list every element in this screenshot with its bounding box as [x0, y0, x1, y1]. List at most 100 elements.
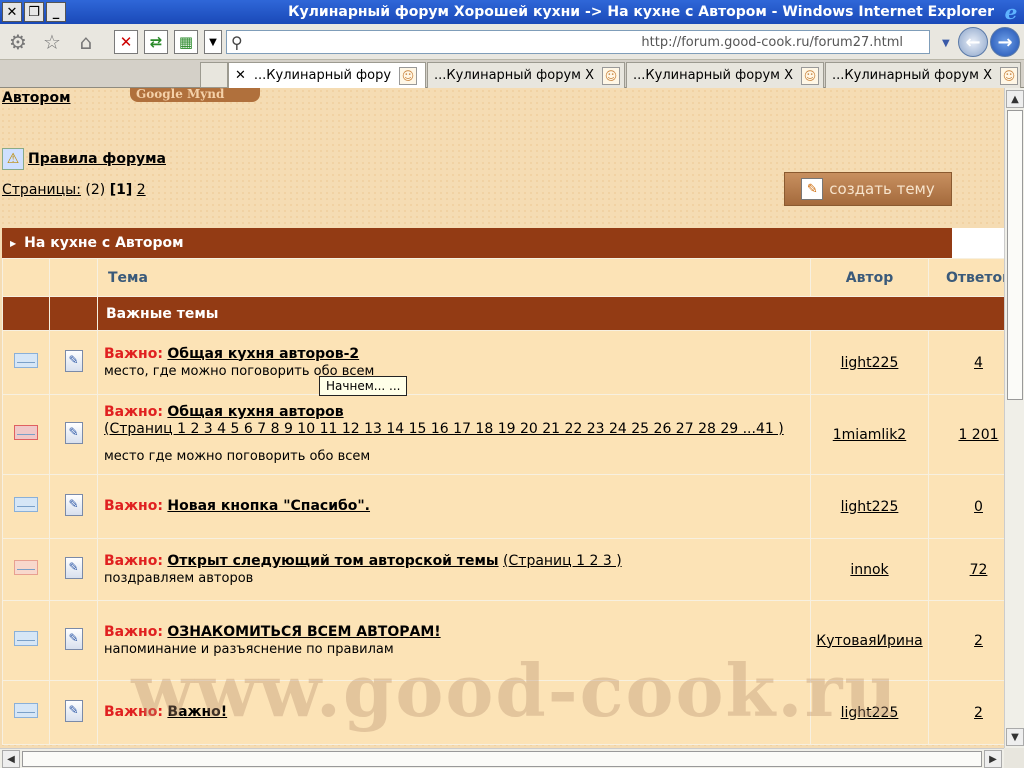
scroll-left-icon[interactable]: ◀: [2, 750, 20, 768]
topic-title-link[interactable]: ОЗНАКОМИТЬСЯ ВСЕМ АВТОРАМ!: [167, 624, 440, 640]
topic-title-link[interactable]: Открыт следующий том авторской темы: [167, 553, 498, 569]
vertical-scroll-thumb[interactable]: [1007, 110, 1023, 400]
minimize-window-button[interactable]: _: [46, 2, 66, 22]
topic-replies-link[interactable]: 0: [974, 499, 983, 515]
hot-envelope-icon: [14, 425, 38, 440]
topic-author-link[interactable]: light225: [841, 499, 899, 515]
topic-author-link[interactable]: КутоваяИрина: [816, 633, 922, 649]
document-icon: [64, 421, 83, 444]
tab-label: ...Кулинарный форум Х: [434, 68, 594, 83]
important-label: Важно:: [104, 704, 163, 720]
page-content: Автором Google Mynd ⚠ Правила форума Стр…: [0, 88, 1004, 748]
triangle-icon: ▶: [10, 238, 17, 248]
home-icon[interactable]: ⌂: [74, 30, 98, 54]
forum-name: На кухне с Автором: [24, 235, 184, 251]
navigation-toolbar: ⚙ ☆ ⌂ ✕ ⇄ ▦ ▼ ⚲ http://forum.good-cook.r…: [0, 24, 1024, 60]
favicon-icon: ☺: [801, 66, 819, 85]
column-header-replies: Ответов: [928, 258, 1004, 297]
favicon-icon: ☺: [399, 66, 418, 85]
star-icon[interactable]: ☆: [40, 30, 64, 54]
tab-label: ...Кулинарный форум Х: [633, 68, 793, 83]
gear-icon[interactable]: ⚙: [6, 30, 30, 54]
feed-icon[interactable]: ▦: [174, 30, 198, 54]
scroll-up-icon[interactable]: ▲: [1006, 90, 1024, 108]
topic-replies-link[interactable]: 4: [974, 355, 983, 371]
topic-description: напоминание и разъяснение по правилам: [104, 641, 394, 657]
topic-title-link[interactable]: Общая кухня авторов: [167, 404, 343, 420]
topic-author-link[interactable]: light225: [841, 355, 899, 371]
create-topic-label: создать тему: [829, 180, 935, 198]
stop-icon[interactable]: ✕: [114, 30, 138, 54]
tab-2[interactable]: ...Кулинарный форум Х ☺: [427, 62, 625, 88]
tab-4[interactable]: ...Кулинарный форум Х ☺: [825, 62, 1021, 88]
dropdown-icon[interactable]: ▼: [204, 30, 222, 54]
topic-pages-links[interactable]: (Страниц 1 2 3 ): [503, 553, 622, 569]
page-link-2[interactable]: 2: [137, 182, 146, 198]
back-button[interactable]: ←: [958, 27, 988, 57]
tab-1[interactable]: ✕ ...Кулинарный фору ☺: [228, 62, 426, 88]
tab-label: ...Кулинарный фору: [253, 68, 392, 83]
header-cell: [2, 258, 50, 297]
window-title: Кулинарный форум Хорошей кухни -> На кух…: [288, 4, 994, 20]
scroll-down-icon[interactable]: ▼: [1006, 728, 1024, 746]
section-cell: [2, 296, 50, 331]
table-row: Важно: Важно! light225 2: [2, 680, 1004, 745]
search-icon: ⚲: [231, 32, 243, 52]
pagination: Страницы: (2) [1] 2: [2, 182, 146, 198]
google-banner: Google Mynd: [130, 88, 260, 102]
create-topic-button[interactable]: ✎ создать тему: [784, 172, 952, 206]
envelope-icon: [14, 497, 38, 512]
pages-total: (2): [85, 182, 106, 198]
pages-current: [1]: [109, 182, 133, 198]
section-cell: [49, 296, 98, 331]
warning-icon: ⚠: [2, 148, 24, 170]
topic-description: поздравляем авторов: [104, 570, 254, 586]
horizontal-scroll-thumb[interactable]: [22, 751, 982, 767]
scroll-right-icon[interactable]: ▶: [984, 750, 1002, 768]
topic-replies-link[interactable]: 72: [970, 562, 988, 578]
topic-replies-link[interactable]: 1 201: [958, 427, 998, 443]
author-breadcrumb-link[interactable]: Автором: [2, 90, 71, 106]
topic-author-link[interactable]: light225: [841, 705, 899, 721]
restore-window-button[interactable]: ❐: [24, 2, 44, 22]
tab-list-button[interactable]: [200, 62, 228, 88]
tooltip: Начнем... ...: [319, 376, 408, 396]
address-bar[interactable]: ⚲ http://forum.good-cook.ru/forum27.html: [226, 30, 930, 54]
table-row: Важно: Общая кухня авторов-2 место, где …: [2, 330, 1004, 395]
close-icon[interactable]: ✕: [235, 68, 246, 83]
topic-title-link[interactable]: Новая кнопка "Спасибо".: [167, 498, 370, 514]
topic-replies-link[interactable]: 2: [974, 633, 983, 649]
favicon-icon: ☺: [1000, 66, 1018, 85]
tab-3[interactable]: ...Кулинарный форум Х ☺: [626, 62, 824, 88]
topics-table: Тема Автор Ответов Важные темы Важно: Об…: [2, 258, 1004, 745]
envelope-icon: [14, 353, 38, 368]
close-window-button[interactable]: ✕: [2, 2, 22, 22]
topic-author-link[interactable]: 1miamlik2: [833, 427, 906, 443]
scroll-corner: [1004, 748, 1024, 768]
topic-title-link[interactable]: Важно!: [167, 704, 227, 720]
forward-button[interactable]: →: [990, 27, 1020, 57]
topic-author-link[interactable]: innok: [850, 562, 888, 578]
column-header-topic: Тема: [97, 258, 811, 297]
pages-label-link[interactable]: Страницы:: [2, 182, 81, 198]
address-input[interactable]: http://forum.good-cook.ru/forum27.html: [243, 35, 929, 50]
table-header-row: Тема Автор Ответов: [2, 258, 1004, 297]
topic-replies-link[interactable]: 2: [974, 705, 983, 721]
favicon-icon: ☺: [602, 66, 620, 85]
table-row: Важно: Общая кухня авторов (Страниц 1 2 …: [2, 394, 1004, 475]
topic-title-link[interactable]: Общая кухня авторов-2: [167, 346, 359, 362]
important-label: Важно:: [104, 404, 163, 420]
topic-pages-links[interactable]: (Страниц 1 2 3 4 5 6 7 8 9 10 11 12 13 1…: [104, 421, 784, 437]
rules-link[interactable]: Правила форума: [28, 151, 166, 167]
topic-description: место где можно поговорить обо всем: [104, 449, 371, 464]
pink-envelope-icon: [14, 560, 38, 575]
forum-header-bar: ▶ На кухне с Автором: [2, 228, 952, 258]
history-dropdown-icon[interactable]: ▼: [942, 38, 950, 49]
horizontal-scrollbar[interactable]: ◀ ▶: [0, 748, 1004, 768]
table-row: Важно: ОЗНАКОМИТЬСЯ ВСЕМ АВТОРАМ! напоми…: [2, 600, 1004, 681]
section-title: Важные темы: [97, 296, 1004, 331]
ie-logo-icon: e: [1004, 0, 1018, 24]
vertical-scrollbar[interactable]: ▲ ▼: [1004, 88, 1024, 748]
refresh-icon[interactable]: ⇄: [144, 30, 168, 54]
document-icon: [64, 349, 83, 372]
